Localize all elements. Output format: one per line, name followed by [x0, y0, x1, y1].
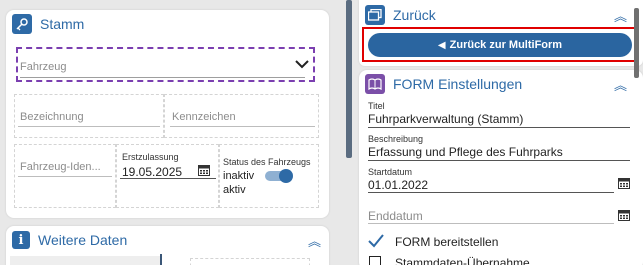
startdatum-input[interactable]: 01.01.2022 [368, 178, 428, 192]
stamm-card: Stamm Fahrzeug Bezeichnung Kennzeichen F… [6, 10, 329, 218]
info-icon: i [12, 231, 30, 249]
stammdaten-uebernahme-label: Stammdaten-Übernahme [395, 256, 530, 265]
titel-input[interactable]: Fuhrparkverwaltung (Stamm) [368, 112, 523, 126]
weitere-daten-header[interactable]: i Weitere Daten ︽ [6, 226, 329, 254]
weitere-daten-title: Weitere Daten [38, 232, 128, 248]
weitere-daten-panel [10, 256, 160, 265]
double-chevron-up-icon[interactable]: ︽ [614, 6, 627, 25]
form-bereitstellen-label: FORM bereitstellen [395, 235, 499, 249]
window-icon [365, 5, 385, 25]
erstzulassung-underline [120, 178, 216, 179]
beschreibung-input[interactable]: Erfassung und Pflege des Fuhrparks [368, 145, 563, 159]
erstzulassung-label: Erstzulassung [122, 152, 179, 162]
startdatum-underline [368, 192, 614, 193]
titel-label: Titel [368, 101, 385, 111]
double-chevron-up-icon[interactable]: ︽ [614, 75, 627, 94]
weitere-daten-divider [160, 254, 162, 265]
form-einstellungen-title: FORM Einstellungen [393, 76, 523, 92]
key-icon [12, 14, 32, 34]
enddatum-input[interactable]: Enddatum [368, 209, 423, 223]
bezeichnung-underline [18, 126, 160, 127]
form-einstellungen-header[interactable]: FORM Einstellungen ︽ [359, 70, 643, 98]
form-einstellungen-card: FORM Einstellungen ︽ Titel Fuhrparkverwa… [359, 70, 643, 265]
calendar-icon[interactable] [618, 209, 630, 221]
status-inactive-label: inaktiv [223, 170, 255, 182]
stamm-title: Stamm [40, 16, 85, 32]
calendar-icon[interactable] [618, 177, 630, 189]
status-toggle[interactable] [265, 169, 293, 183]
double-chevron-up-icon[interactable]: ︽ [308, 231, 321, 250]
status-label: Status des Fahrzeugs [223, 157, 311, 167]
stamm-card-header[interactable]: Stamm [6, 10, 329, 38]
titel-underline [368, 127, 630, 128]
zurueck-button-highlight: ◀ Zurück zur MultiForm [362, 27, 636, 62]
status-toggle-knob [279, 169, 293, 183]
calendar-icon[interactable] [198, 164, 210, 176]
book-icon [365, 74, 385, 94]
zurueck-button-label: Zurück zur MultiForm [449, 39, 563, 51]
left-scrollbar[interactable] [346, 0, 352, 158]
beschreibung-underline [368, 160, 630, 161]
startdatum-label: Startdatum [368, 167, 413, 177]
fahrzeug-underline [20, 77, 305, 78]
beschreibung-label: Beschreibung [368, 134, 424, 144]
checkmark-icon[interactable] [368, 234, 384, 248]
stammdaten-checkbox[interactable] [369, 256, 381, 265]
right-scrollbar[interactable] [634, 8, 639, 78]
erstzulassung-input[interactable]: 19.05.2025 [122, 165, 182, 179]
bezeichnung-input[interactable]: Bezeichnung [20, 111, 84, 123]
fahrzeug-select[interactable]: Fahrzeug [16, 47, 315, 82]
kennzeichen-input[interactable]: Kennzeichen [172, 111, 236, 123]
enddatum-underline [368, 223, 614, 224]
zurueck-title: Zurück [393, 7, 436, 23]
zurueck-zur-multiform-button[interactable]: ◀ Zurück zur MultiForm [368, 33, 632, 57]
reply-arrow-icon: ◀ [437, 39, 446, 51]
kennzeichen-underline [170, 126, 315, 127]
weitere-daten-field [190, 258, 310, 265]
zurueck-header[interactable]: Zurück ︽ [359, 0, 643, 30]
fahrzeug-ident-input[interactable]: Fahrzeug-Iden... [20, 161, 101, 173]
chevron-down-icon[interactable] [295, 59, 309, 69]
zurueck-card: Zurück ︽ ◀ Zurück zur MultiForm [359, 0, 643, 66]
status-active-label: aktiv [223, 184, 246, 196]
weitere-daten-card: i Weitere Daten ︽ [6, 226, 329, 265]
fahrzeug-ident-underline [18, 176, 112, 177]
fahrzeug-placeholder: Fahrzeug [20, 61, 67, 73]
